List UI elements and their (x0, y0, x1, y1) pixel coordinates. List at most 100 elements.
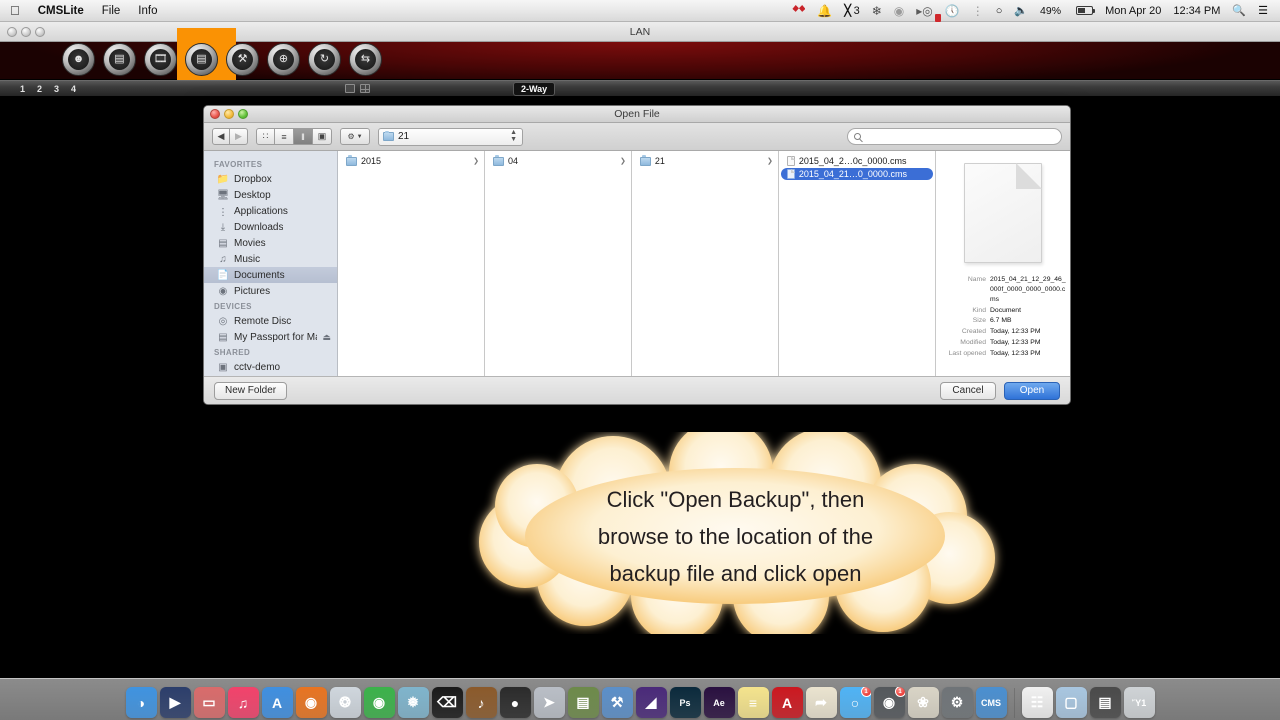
dock-item-airdisplay[interactable]: ▭ (193, 687, 225, 718)
action-menu-button[interactable]: ⚙ ▼ (340, 128, 370, 145)
dock-item-downloads-stack[interactable]: ▢ (1055, 687, 1087, 718)
notification-center-icon[interactable]: ☰ (1252, 0, 1274, 22)
column-day[interactable]: 21 ❯ (631, 151, 779, 376)
menu-bar-time[interactable]: 12:34 PM (1167, 0, 1226, 22)
playback-button[interactable]: 🎞 (144, 43, 177, 76)
wifi-icon[interactable]: ○ (990, 0, 1009, 22)
search-icon[interactable]: 🔍 (1226, 0, 1252, 22)
sidebar-item-documents[interactable]: 📄 Documents (204, 267, 337, 283)
forward-button[interactable]: ▶ (230, 128, 248, 145)
sidebar-item-movies[interactable]: ▤ Movies (204, 235, 337, 251)
icon-view-button[interactable]: ∷ (256, 128, 275, 145)
eject-icon[interactable]: ⏏ (322, 332, 337, 343)
dock-item-document-file[interactable]: ☷ (1021, 687, 1053, 718)
dock-item-illustrator[interactable]: ◢ (635, 687, 667, 718)
new-folder-button[interactable]: New Folder (214, 381, 288, 400)
sidebar-item-desktop[interactable]: 🖥 Desktop (204, 187, 337, 203)
dock-item-garageband[interactable]: ♪ (465, 687, 497, 718)
column-files[interactable]: 2015_04_2…0c_0000.cms 2015_04_21…0_0000.… (778, 151, 937, 376)
menu-bar-date[interactable]: Mon Apr 20 (1099, 0, 1167, 22)
battery-icon[interactable] (1067, 6, 1099, 15)
dock-item-maps[interactable]: ➦ (805, 687, 837, 718)
dock-item-facetime[interactable]: ◉ 1 (873, 687, 905, 718)
bluetooth-icon[interactable]: ⋮ (966, 0, 990, 22)
dock-item-adobe[interactable]: A (771, 687, 803, 718)
dock-item-filemaker[interactable]: ▤ (567, 687, 599, 718)
coverflow-view-button[interactable]: ▣ (313, 128, 332, 145)
quad-pane-icon[interactable] (360, 84, 370, 93)
list-item[interactable]: 2015_04_21…0_0000.cms (780, 168, 934, 180)
dock-item-trash[interactable]: Ὕ1 (1123, 687, 1155, 718)
app-badge-icon[interactable]: ╳ 3 (838, 0, 865, 22)
dock-item-messages[interactable]: ○ 1 (839, 687, 871, 718)
list-view-button[interactable]: ≡ (275, 128, 294, 145)
refresh-button[interactable]: ↻ (308, 43, 341, 76)
disabled-icon[interactable]: ◉ (888, 0, 910, 22)
dropbox-red-icon[interactable] (786, 5, 811, 16)
dock-item-safari[interactable]: ❂ (329, 687, 361, 718)
two-way-badge[interactable]: 2-Way (513, 81, 556, 96)
error-badge-icon[interactable]: ▸◎ (910, 0, 941, 22)
dock-item-chrome[interactable]: ◉ (363, 687, 395, 718)
bell-icon[interactable]: 🔔 (811, 0, 838, 22)
clock-icon[interactable]: 🕔 (939, 0, 966, 22)
battery-percent[interactable]: 49% (1034, 0, 1067, 22)
device-manager-button[interactable]: ▤ (103, 43, 136, 76)
dock-item-terminal[interactable]: ⌫ (431, 687, 463, 718)
dock-item-image-capture[interactable]: ❅ (397, 687, 429, 718)
sidebar-item-downloads[interactable]: ⤓ Downloads (204, 219, 337, 235)
dock-item-app-store[interactable]: A (261, 687, 293, 718)
back-button[interactable]: ◀ (212, 128, 230, 145)
dock-item-cmslite[interactable]: CMS (975, 687, 1007, 718)
camera-number-2[interactable]: 2 (37, 84, 42, 94)
path-popup-button[interactable]: 21 ▲ ▼ (378, 127, 523, 146)
apple-logo-icon[interactable]:  (7, 4, 29, 18)
user-button[interactable]: ☻ (62, 43, 95, 76)
sidebar-item-music[interactable]: ♫ Music (204, 251, 337, 267)
dock-item-iphoto[interactable]: ❀ (907, 687, 939, 718)
sidebar-item-my-passport[interactable]: ▤ My Passport for Mac ⏏ (204, 329, 337, 345)
menu-app-name[interactable]: CMSLite (29, 0, 93, 22)
dock-item-finder[interactable]: ◑ (125, 687, 157, 718)
sidebar-item-applications[interactable]: ︙ Applications (204, 203, 337, 219)
open-button[interactable]: Open (1004, 381, 1060, 400)
column-year[interactable]: 2015 ❯ (338, 151, 485, 376)
list-item[interactable]: 2015 ❯ (340, 155, 482, 167)
camera-number-4[interactable]: 4 (71, 84, 76, 94)
menu-item-info[interactable]: Info (129, 0, 166, 22)
open-backup-button[interactable]: ▤ (185, 43, 218, 76)
list-item[interactable]: 04 ❯ (487, 155, 629, 167)
single-pane-icon[interactable] (345, 84, 355, 93)
dock-item-movie-file[interactable]: ▤ (1089, 687, 1121, 718)
sidebar-item-cctv-demo[interactable]: ▣ cctv-demo (204, 359, 337, 375)
sidebar-item-pictures[interactable]: ◉ Pictures (204, 283, 337, 299)
dock-item-itunes[interactable]: ♫ (227, 687, 259, 718)
dropbox-icon[interactable]: ❄ (866, 0, 888, 22)
column-month[interactable]: 04 ❯ (484, 151, 632, 376)
search-input[interactable] (847, 128, 1062, 145)
list-item[interactable]: 2015_04_2…0c_0000.cms (781, 155, 933, 167)
sync-button[interactable]: ⇆ (349, 43, 382, 76)
dock-item-disk-utility[interactable]: ⚙ (941, 687, 973, 718)
dock-item-stickies[interactable]: ≡ (737, 687, 769, 718)
menu-item-file[interactable]: File (93, 0, 130, 22)
camera-number-3[interactable]: 3 (54, 84, 59, 94)
list-item[interactable]: 21 ❯ (634, 155, 776, 167)
dock-item-launchpad[interactable]: ➤ (533, 687, 565, 718)
dock-item-logic[interactable]: ● (499, 687, 531, 718)
sidebar-item-dropbox[interactable]: 📁 Dropbox (204, 171, 337, 187)
cancel-button[interactable]: Cancel (940, 381, 996, 400)
dock-item-photoshop[interactable]: Ps (669, 687, 701, 718)
column-view-button[interactable]: ‖ (294, 128, 313, 145)
settings-tools-button[interactable]: ⚒ (226, 43, 259, 76)
camera-number-1[interactable]: 1 (20, 84, 25, 94)
metadata-key: Size (972, 317, 986, 325)
dock-item-firefox[interactable]: ◉ (295, 687, 327, 718)
dock-item-screenflow[interactable]: ▶ (159, 687, 191, 718)
dock-item-after-effects[interactable]: Ae (703, 687, 735, 718)
photoshop-icon: Ps (679, 697, 691, 708)
target-button[interactable]: ⊕ (267, 43, 300, 76)
dock-item-xcode[interactable]: ⚒ (601, 687, 633, 718)
volume-icon[interactable]: 🔈 (1008, 0, 1034, 22)
sidebar-item-remote-disc[interactable]: ◎ Remote Disc (204, 313, 337, 329)
